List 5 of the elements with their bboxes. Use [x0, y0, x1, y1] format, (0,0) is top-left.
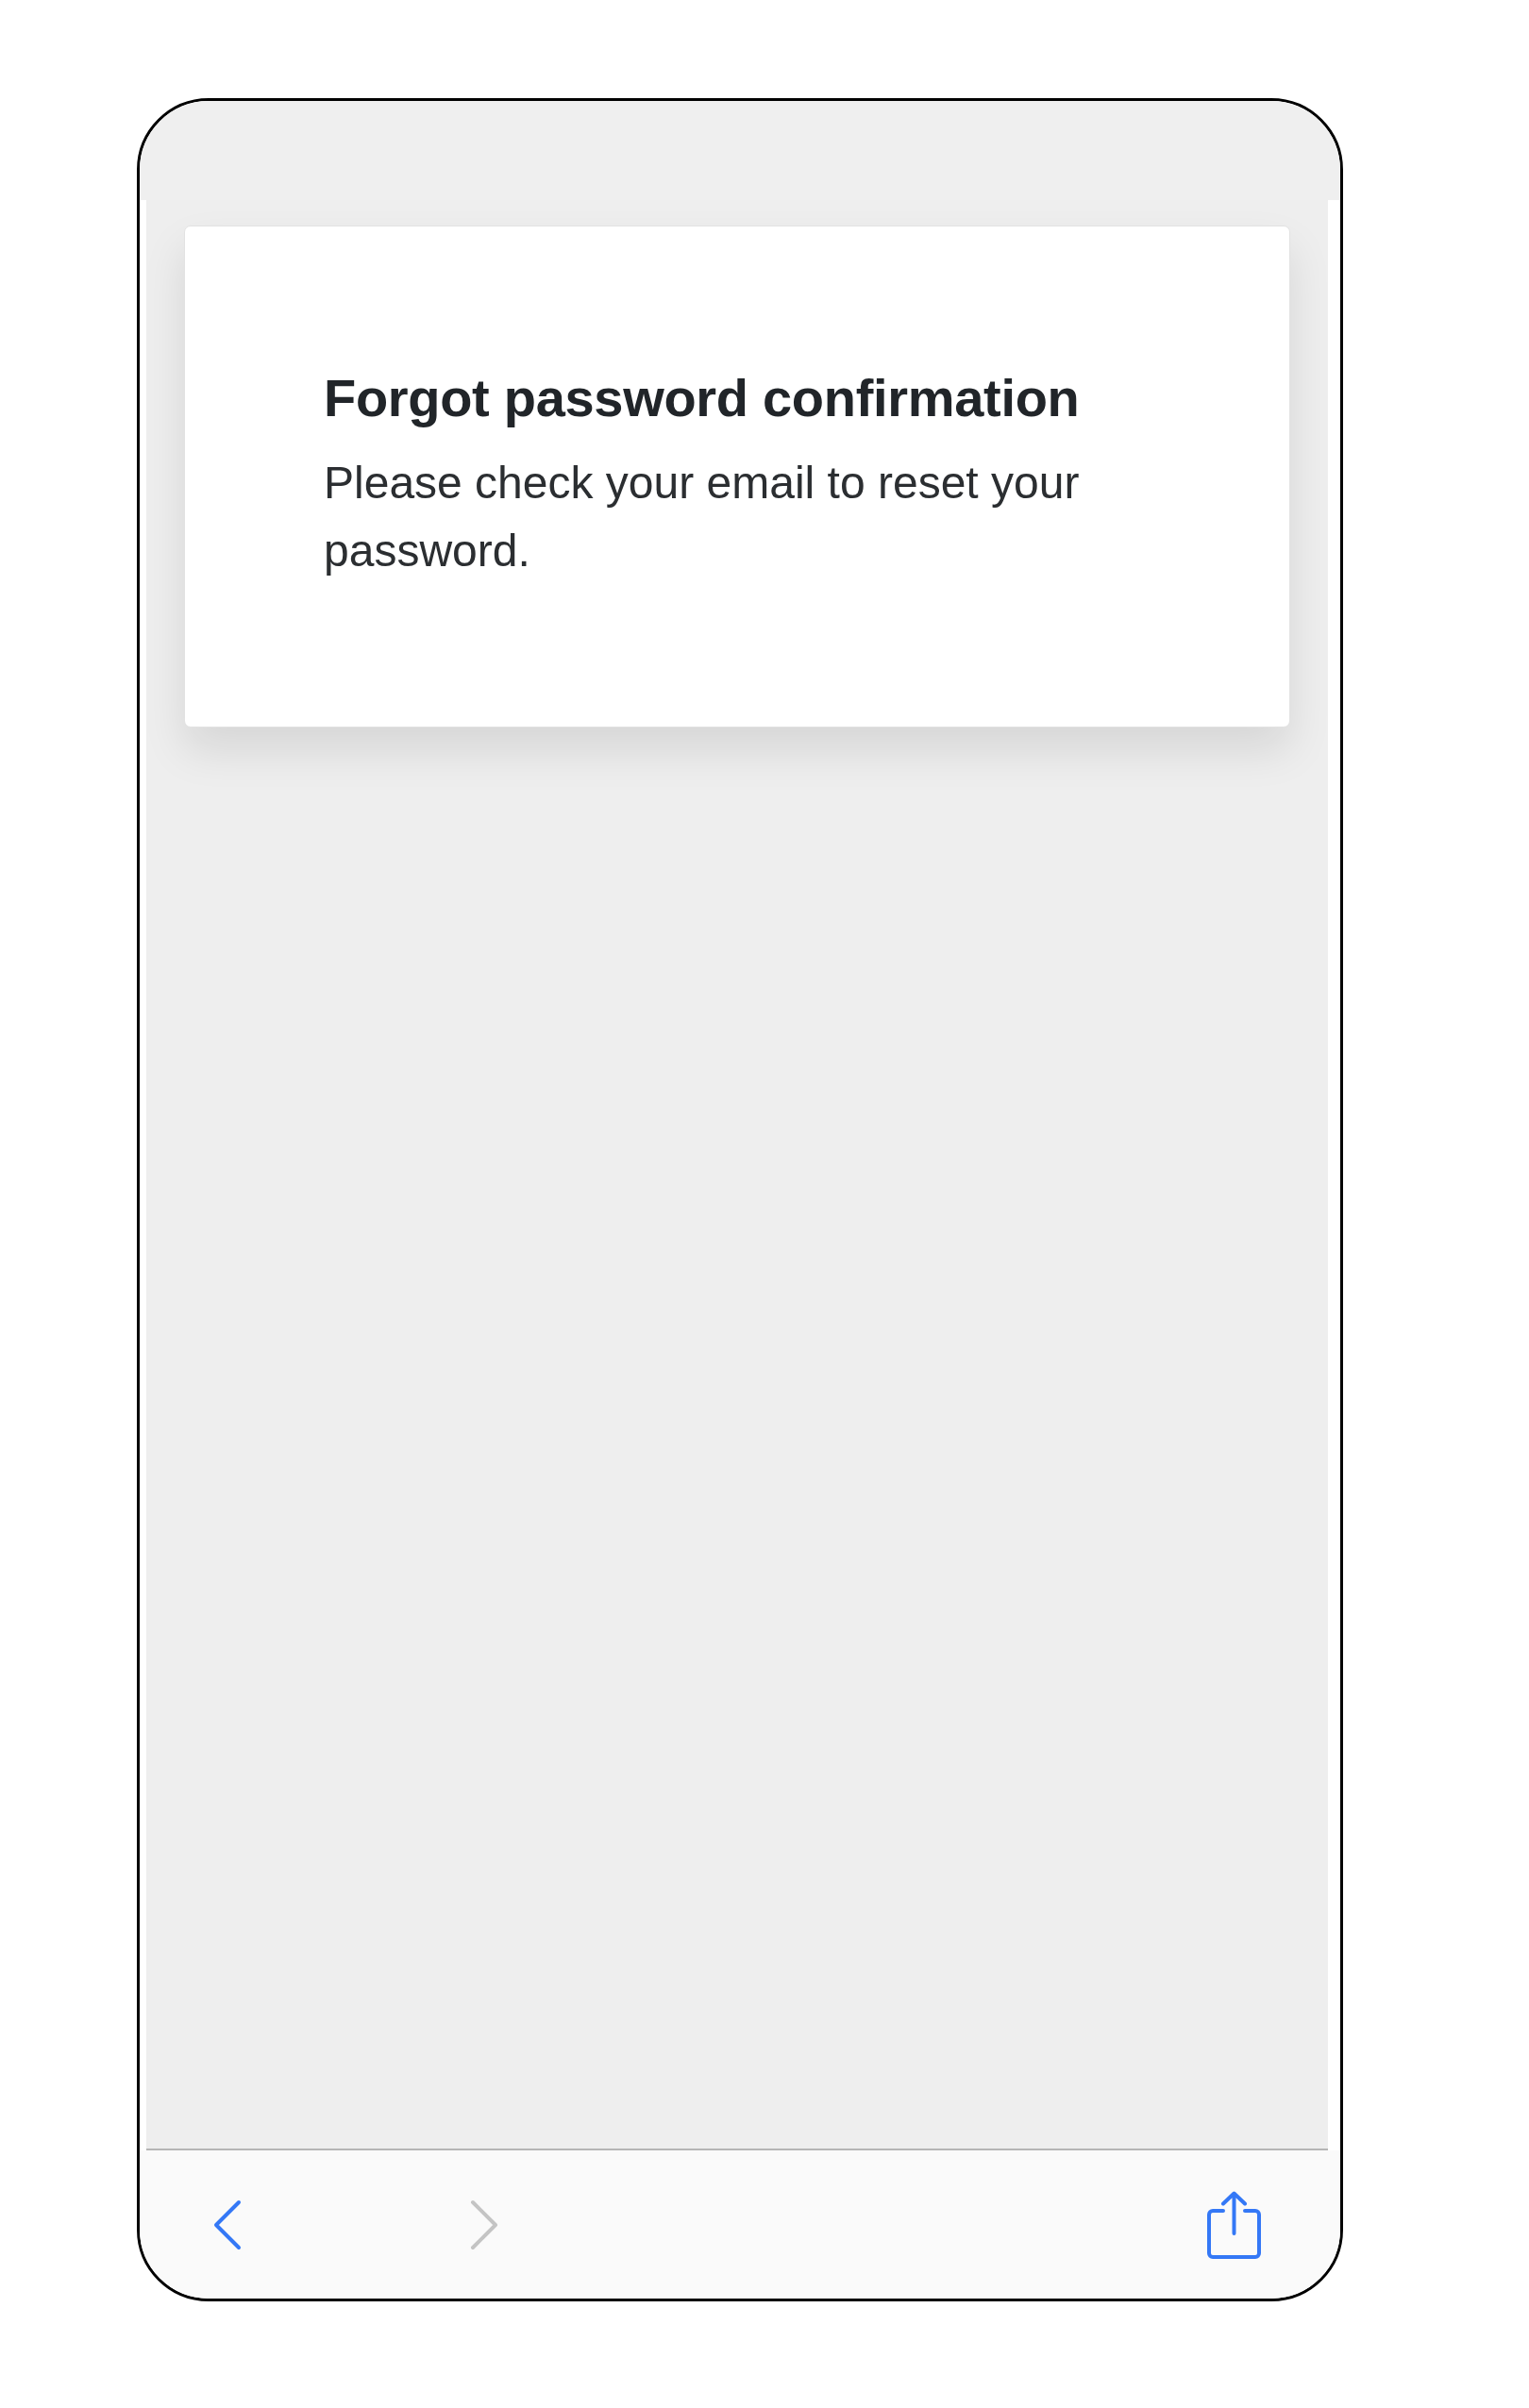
card-title: Forgot password confirmation	[324, 367, 1081, 429]
card-message: Please check your email to reset your password.	[324, 457, 1081, 577]
chevron-right-icon	[470, 2199, 498, 2250]
chevron-left-icon	[213, 2199, 242, 2250]
share-icon	[1207, 2190, 1261, 2259]
